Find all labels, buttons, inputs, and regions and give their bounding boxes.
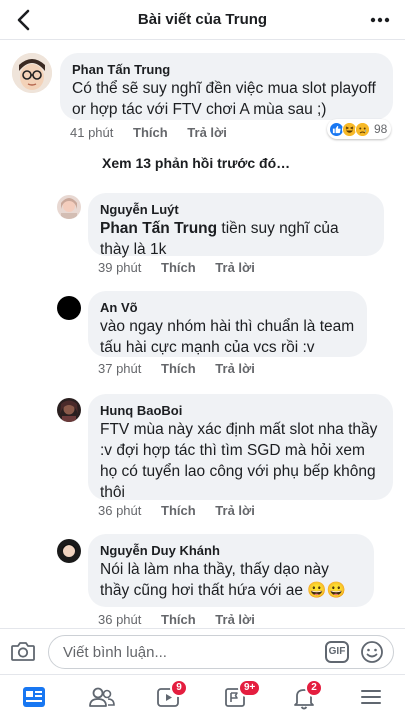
tab-friends[interactable] (88, 685, 116, 711)
reply-button[interactable]: Trả lời (215, 260, 255, 275)
view-previous-replies-link[interactable]: Xem 13 phản hồi trước đó… (102, 155, 290, 171)
reply-text-body: Nói là làm nha thầy, thấy dạo này thầy c… (100, 561, 329, 599)
reply-text: Phan Tấn Trung tiền suy nghĩ của thày là… (100, 218, 372, 260)
friends-icon (89, 687, 115, 707)
reply-author[interactable]: An Võ (100, 299, 355, 316)
reply-time: 37 phút (98, 361, 142, 376)
reply-meta: 36 phút Thích Trả lời (98, 503, 271, 518)
reply-author[interactable]: Hunq BaoBoi (100, 402, 381, 419)
news-feed-icon (23, 687, 45, 707)
reply-text: Nói là làm nha thầy, thấy dạo này thầy c… (100, 559, 362, 601)
avatar-photo-icon (57, 539, 81, 563)
like-button[interactable]: Thích (161, 361, 196, 376)
comment-composer: Viết bình luận... GIF (0, 628, 405, 674)
watch-badge: 9 (170, 679, 188, 697)
reply-bubble[interactable]: An Võ vào ngay nhóm hài thì chuẩn là tea… (88, 291, 367, 357)
reply-meta: 37 phút Thích Trả lời (98, 361, 271, 376)
like-button[interactable]: Thích (161, 503, 196, 518)
avatar[interactable] (57, 296, 81, 320)
avatar[interactable] (57, 398, 81, 422)
reply-button[interactable]: Trả lời (215, 612, 255, 627)
emoji-icon[interactable] (360, 640, 384, 664)
comment-text: Có thể sẽ suy nghĩ đền việc mua slot pla… (72, 80, 376, 118)
reply-meta: 36 phút Thích Trả lời (98, 612, 271, 627)
avatar[interactable] (12, 53, 52, 93)
reply-bubble[interactable]: Nguyễn Duy Khánh Nói là làm nha thầy, th… (88, 534, 374, 607)
gif-button[interactable]: GIF (325, 641, 349, 663)
like-button[interactable]: Thích (161, 260, 196, 275)
reply-button[interactable]: Trả lời (215, 503, 255, 518)
avatar[interactable] (57, 195, 81, 219)
camera-icon[interactable] (10, 639, 36, 663)
comment-meta: 41 phút Thích Trả lời (70, 125, 243, 140)
sad-icon (355, 121, 370, 137)
tab-menu[interactable] (359, 685, 387, 711)
reply-text: vào ngay nhóm hài thì chuẩn là team tấu … (100, 318, 355, 356)
comment-input[interactable]: Viết bình luận... GIF (48, 635, 394, 669)
reply-bubble[interactable]: Hunq BaoBoi FTV mùa này xác định mất slo… (88, 394, 393, 501)
reply-author[interactable]: Nguyễn Duy Khánh (100, 542, 362, 559)
tab-pages[interactable]: 9+ (224, 679, 262, 711)
reply-author[interactable]: Nguyễn Luýt (100, 201, 372, 218)
tab-notifications[interactable]: 2 (291, 679, 323, 711)
pages-badge: 9+ (238, 679, 262, 697)
mention-link[interactable]: Phan Tấn Trung (100, 220, 217, 237)
tab-news-feed[interactable] (21, 685, 49, 711)
tab-watch[interactable]: 9 (156, 679, 188, 711)
reaction-summary[interactable]: 98 (327, 119, 392, 139)
comment-bubble[interactable]: Phan Tấn Trung Có thể sẽ suy nghĩ đền vi… (60, 53, 393, 120)
reply-meta: 39 phút Thích Trả lời (98, 260, 271, 275)
comment-author[interactable]: Phan Tấn Trung (72, 61, 381, 78)
avatar-photo-icon (57, 195, 81, 219)
reaction-count: 98 (374, 122, 388, 136)
like-button[interactable]: Thích (161, 612, 196, 627)
comment-input-placeholder: Viết bình luận... (63, 644, 167, 661)
avatar-photo-icon (57, 398, 81, 422)
reply-text: FTV mùa này xác định mất slot nha thầy :… (100, 421, 378, 501)
reply-time: 36 phút (98, 612, 142, 627)
comment-time: 41 phút (70, 125, 114, 140)
reply-button[interactable]: Trả lời (187, 125, 227, 140)
reply-button[interactable]: Trả lời (215, 361, 255, 376)
top-bar: Bài viết của Trung (0, 0, 405, 40)
like-button[interactable]: Thích (133, 125, 168, 140)
grinning-emoji-icon: 😀😀 (307, 582, 346, 599)
avatar[interactable] (57, 539, 81, 563)
more-options-icon[interactable] (369, 12, 391, 28)
avatar-portrait-icon (12, 53, 52, 93)
notifications-badge: 2 (305, 679, 323, 697)
menu-icon (361, 690, 381, 704)
reply-bubble[interactable]: Nguyễn Luýt Phan Tấn Trung tiền suy nghĩ… (88, 193, 384, 258)
reply-time: 36 phút (98, 503, 142, 518)
bottom-tab-bar: 9 9+ 2 (0, 674, 405, 720)
reply-time: 39 phút (98, 260, 142, 275)
page-title: Bài viết của Trung (137, 11, 268, 28)
